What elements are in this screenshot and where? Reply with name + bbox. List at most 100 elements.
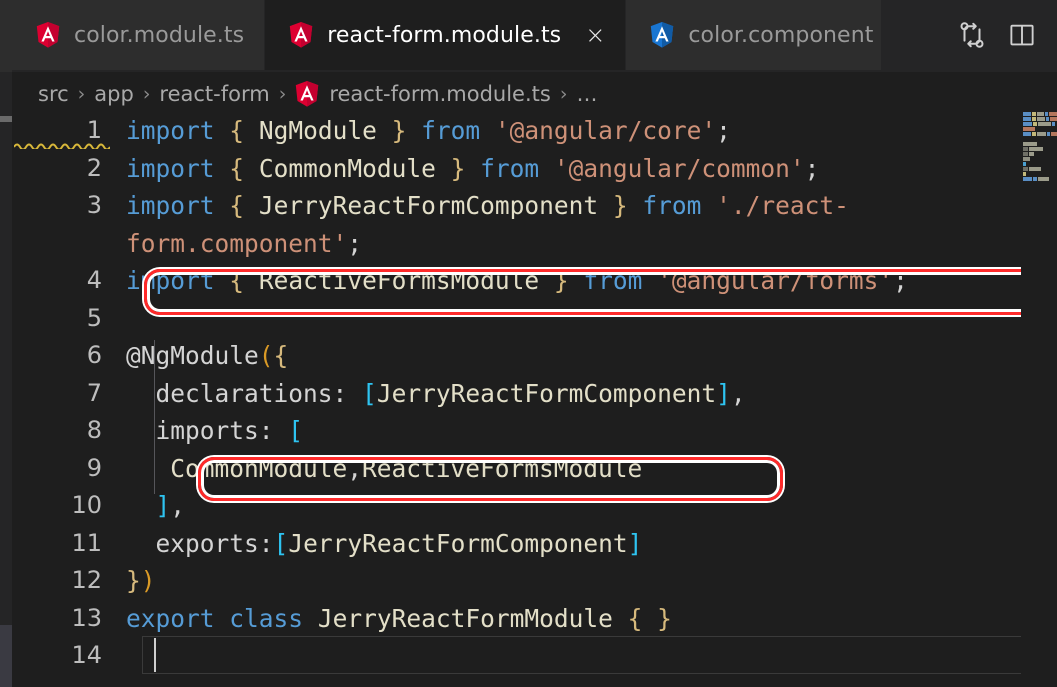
editor-tab-color-component[interactable]: color.component	[626, 0, 883, 70]
minimap-token	[1033, 122, 1037, 126]
line-number: 13	[71, 603, 102, 632]
code-text[interactable]: })	[124, 562, 1057, 600]
line-number: 8	[86, 416, 102, 444]
code-line[interactable]: 8 imports: [	[12, 412, 1057, 450]
editor-tab-react-form-module[interactable]: react-form.module.ts ×	[265, 0, 627, 70]
code-line[interactable]: 14	[12, 637, 1057, 675]
editor-actions	[937, 0, 1057, 70]
code-token: )	[140, 566, 156, 595]
minimap-token	[1023, 122, 1032, 126]
code-line[interactable]: 4 import { ReactiveFormsModule } from '@a…	[12, 262, 1057, 300]
code-text[interactable]: CommonModule,ReactiveFormsModule	[124, 450, 1057, 488]
breadcrumb-item-symbols[interactable]: …	[576, 82, 597, 106]
code-text[interactable]: import { CommonModule } from '@angular/c…	[124, 150, 1057, 188]
code-text[interactable]: import { JerryReactFormComponent } from …	[124, 187, 1057, 262]
code-text[interactable]: imports: [	[124, 412, 1057, 450]
activity-bar-edge	[0, 0, 12, 687]
line-number: 4	[86, 266, 102, 294]
angular-module-icon	[295, 81, 329, 107]
minimap-line	[1021, 142, 1057, 146]
code-token: declarations	[126, 378, 333, 408]
line-number: 5	[86, 303, 102, 332]
breadcrumb-item-file[interactable]: react-form.module.ts	[329, 82, 551, 106]
line-number: 3	[86, 191, 102, 219]
minimap-line	[1021, 112, 1057, 116]
breadcrumb-separator: ›	[278, 83, 287, 105]
code-token: ;	[716, 116, 731, 145]
activity-bar-scrollbar[interactable]	[0, 625, 12, 687]
code-line[interactable]: 7 declarations: [JerryReactFormComponent…	[12, 375, 1057, 413]
editor-tab-color-module[interactable]: color.module.ts	[12, 0, 266, 70]
code-text[interactable]: import { ReactiveFormsModule } from '@an…	[124, 262, 1057, 300]
code-line[interactable]: 11 exports:[JerryReactFormComponent]	[12, 525, 1057, 563]
code-text[interactable]: declarations: [JerryReactFormComponent],	[124, 375, 1057, 413]
code-token: (	[258, 341, 274, 370]
code-text[interactable]: import { NgModule } from '@angular/core'…	[124, 112, 1057, 150]
code-token: {	[229, 191, 245, 220]
code-line[interactable]: 3 import { JerryReactFormComponent } from…	[12, 187, 1057, 262]
breadcrumb-item-app[interactable]: app	[94, 82, 134, 106]
code-line[interactable]: 10 ],	[12, 487, 1057, 525]
code-token: :	[258, 416, 289, 445]
code-token: imports	[126, 416, 259, 445]
minimap-token	[1050, 132, 1057, 136]
minimap-token	[1033, 177, 1037, 181]
minimap-line	[1021, 157, 1057, 161]
code-token: }	[657, 603, 672, 633]
split-editor-icon[interactable]	[1007, 20, 1037, 50]
code-token: import	[126, 116, 215, 145]
code-token: exports	[126, 528, 259, 558]
minimap-line	[1021, 147, 1057, 151]
close-icon[interactable]: ×	[585, 23, 605, 47]
code-text[interactable]: export class JerryReactFormModule { }	[124, 600, 1057, 638]
code-text[interactable]: exports:[JerryReactFormComponent]	[124, 525, 1057, 563]
breadcrumb-separator: ›	[77, 83, 86, 105]
vscode-editor-window: color.module.ts react-form.module.ts × c…	[0, 0, 1057, 687]
code-line[interactable]: 2 import { CommonModule } from '@angular/…	[12, 150, 1057, 188]
minimap-token	[1029, 152, 1034, 156]
code-text[interactable]: ],	[124, 487, 1057, 525]
code-token: {	[273, 341, 289, 370]
code-token: }	[450, 153, 466, 183]
code-line[interactable]: 9 CommonModule,ReactiveFormsModule	[12, 450, 1057, 488]
code-line[interactable]: 1 import { NgModule } from '@angular/core…	[12, 112, 1057, 150]
line-number: 7	[86, 378, 102, 407]
minimap-token	[1052, 122, 1055, 126]
code-token: CommonModule	[126, 453, 348, 483]
code-token: '@angular/forms'	[657, 266, 894, 295]
minimap[interactable]	[1021, 112, 1057, 687]
code-token: ,	[170, 491, 186, 520]
code-token: from	[480, 153, 540, 183]
code-token: {	[229, 116, 245, 145]
code-token: ;	[347, 228, 363, 258]
line-number: 14	[71, 641, 102, 669]
code-token: import	[126, 153, 215, 183]
code-line[interactable]: 6 @NgModule({	[12, 337, 1057, 375]
compare-changes-icon[interactable]	[957, 20, 987, 50]
breadcrumb-item-react-form[interactable]: react-form	[159, 82, 269, 106]
code-editor[interactable]: 1 import { NgModule } from '@angular/core…	[12, 112, 1057, 687]
code-token: }	[612, 191, 628, 220]
code-lines[interactable]: 1 import { NgModule } from '@angular/core…	[12, 112, 1057, 675]
code-text[interactable]: @NgModule({	[124, 337, 1057, 375]
activity-bar-indicator	[0, 116, 12, 122]
angular-component-icon	[650, 22, 674, 48]
code-line[interactable]: 12})	[12, 562, 1057, 600]
minimap-token	[1023, 157, 1030, 161]
code-line[interactable]: 5	[12, 300, 1057, 338]
code-line[interactable]: 13 export class JerryReactFormModule { }	[12, 600, 1057, 638]
breadcrumb-item-src[interactable]: src	[38, 82, 69, 106]
code-token: ]	[155, 491, 171, 520]
minimap-token	[1046, 132, 1050, 136]
